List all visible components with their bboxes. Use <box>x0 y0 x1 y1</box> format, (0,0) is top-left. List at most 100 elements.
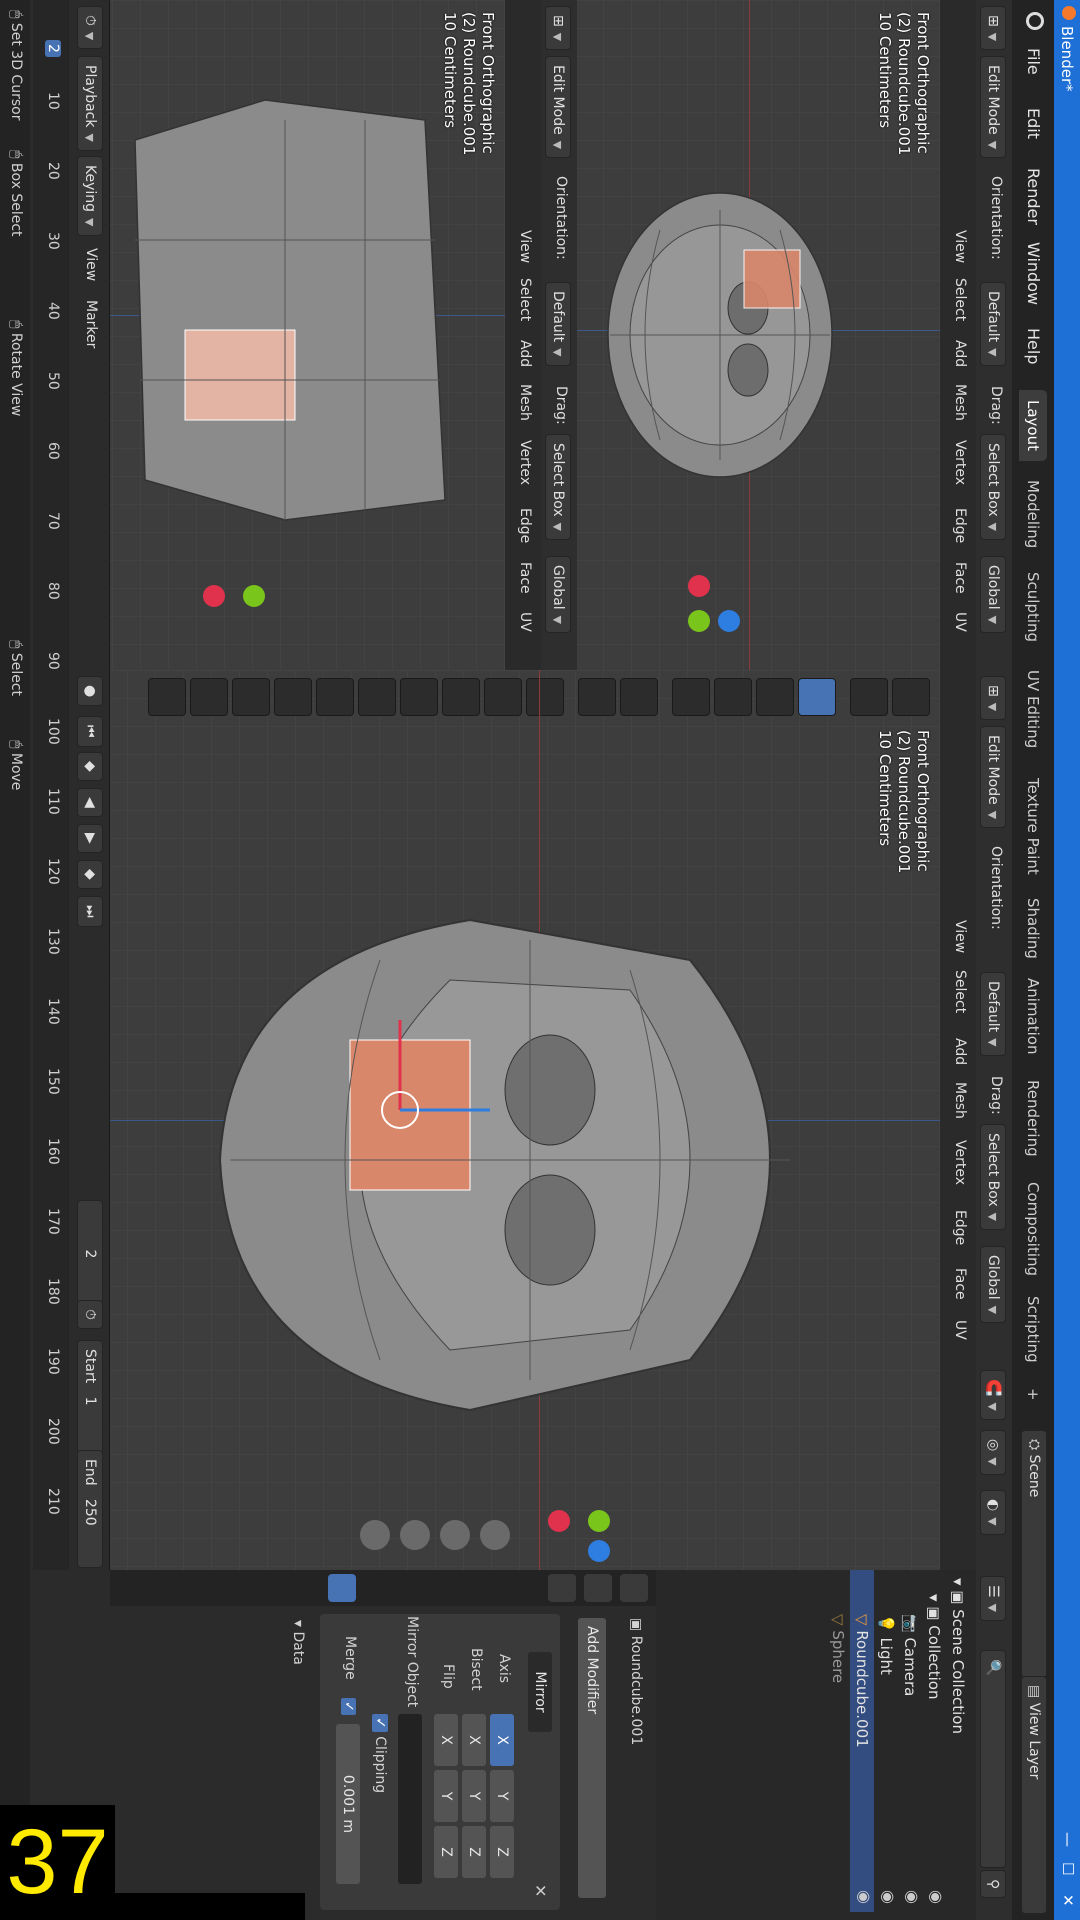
add-modifier-button[interactable]: Add Modifier <box>578 1618 606 1898</box>
mode-selector-2[interactable]: Edit Mode▼ <box>545 56 571 159</box>
clipping-checkbox[interactable]: ✓ Clipping <box>372 1714 388 1793</box>
tab-output-icon[interactable] <box>548 1574 576 1602</box>
menu-mesh-main[interactable]: Mesh <box>952 1082 968 1119</box>
zoom-icon[interactable] <box>480 1520 510 1550</box>
prev-key-button[interactable]: ◆ <box>77 752 103 781</box>
visibility-icon[interactable]: ◉ <box>879 1890 898 1904</box>
tool-poly-build[interactable] <box>316 678 354 716</box>
editor-type-button[interactable]: ⊞▼ <box>980 6 1006 51</box>
outliner-item-collection[interactable]: ▾ ▣ Collection <box>922 1594 946 1699</box>
camera-view-icon[interactable] <box>400 1520 430 1550</box>
tool-move[interactable] <box>798 678 836 716</box>
menu-mesh-2[interactable]: Mesh <box>517 384 533 421</box>
visibility-icon[interactable]: ◉ <box>855 1890 874 1904</box>
viewport-main[interactable]: Front Orthographic (2) Roundcube.001 10 … <box>110 670 940 1570</box>
tab-sculpting[interactable]: Sculpting <box>1019 562 1047 652</box>
bisect-y-toggle[interactable]: Y <box>462 1770 486 1822</box>
tab-animation[interactable]: Animation <box>1019 968 1047 1064</box>
visibility-icon[interactable]: ◉ <box>903 1890 922 1904</box>
menu-face-main[interactable]: Face <box>952 1268 968 1300</box>
menu-add-main[interactable]: Add <box>952 1038 968 1065</box>
mirror-object-field[interactable] <box>398 1714 422 1884</box>
play-reverse-button[interactable]: ◀ <box>77 788 103 817</box>
tool-extrude[interactable] <box>526 678 564 716</box>
menu-window[interactable]: Window <box>1024 242 1043 305</box>
tab-tool-icon[interactable] <box>620 1574 648 1602</box>
viewport-gizmo-y[interactable] <box>688 610 710 632</box>
menu-uv-main[interactable]: UV <box>952 1320 968 1340</box>
transform-orientation-selector-main[interactable]: Global▼ <box>980 1246 1006 1324</box>
merge-check-icon[interactable]: ✓ <box>341 1698 356 1715</box>
menu-uv[interactable]: UV <box>952 612 968 632</box>
tool-transform[interactable] <box>672 678 710 716</box>
drag-selector-2[interactable]: Select Box▼ <box>545 434 571 541</box>
flip-y-toggle[interactable]: Y <box>434 1770 458 1822</box>
viewport-gizmo-x-2[interactable] <box>203 585 225 607</box>
viewport-gizmo-x[interactable] <box>688 575 710 597</box>
menu-mesh[interactable]: Mesh <box>952 384 968 421</box>
outliner-item-camera[interactable]: 📷 Camera <box>898 1614 922 1696</box>
menu-add-2[interactable]: Add <box>517 340 533 367</box>
menu-edge-2[interactable]: Edge <box>517 508 533 543</box>
visibility-icon[interactable]: ◉ <box>927 1890 946 1904</box>
mode-selector-main[interactable]: Edit Mode▼ <box>980 726 1006 829</box>
tool-measure[interactable] <box>578 678 616 716</box>
tool-select-box[interactable] <box>892 678 930 716</box>
menu-file[interactable]: File <box>1024 48 1043 75</box>
viewport-gizmo-z[interactable] <box>718 610 740 632</box>
drag-selector-main[interactable]: Select Box▼ <box>980 1124 1006 1231</box>
tab-scripting[interactable]: Scripting <box>1019 1286 1047 1373</box>
jump-end-button[interactable]: ⏭ <box>77 896 103 927</box>
outliner-root[interactable]: ▾ ▣ Scene Collection <box>946 1578 970 1734</box>
start-frame-field[interactable]: Start 1 <box>77 1340 103 1458</box>
menu-view-2[interactable]: View <box>517 230 533 263</box>
bisect-z-toggle[interactable]: Z <box>462 1826 486 1878</box>
tab-rendering[interactable]: Rendering <box>1019 1070 1047 1167</box>
tool-bevel[interactable] <box>442 678 480 716</box>
outliner-search[interactable]: 🔍 <box>980 1650 1006 1868</box>
menu-vertex-main[interactable]: Vertex <box>952 1140 968 1185</box>
tab-render-icon[interactable] <box>584 1574 612 1602</box>
transform-orientation-selector[interactable]: Global▼ <box>980 556 1006 634</box>
outliner-item-roundcube[interactable]: ▽ Roundcube.001 <box>850 1570 874 1912</box>
nav-gizmo-z[interactable] <box>588 1540 610 1562</box>
menu-uv-2[interactable]: UV <box>517 612 533 632</box>
viewport-top-left[interactable]: Front Orthographic (2) Roundcube.001 10 … <box>577 0 940 670</box>
tab-layout[interactable]: Layout <box>1019 390 1047 461</box>
modifier-close-icon[interactable]: ✕ <box>531 1884 550 1897</box>
tool-rotate[interactable] <box>756 678 794 716</box>
tool-loop-cut[interactable] <box>400 678 438 716</box>
menu-select[interactable]: Select <box>952 278 968 321</box>
preview-range-toggle[interactable]: ⏱ <box>77 1300 103 1329</box>
axis-y-toggle[interactable]: Y <box>490 1770 514 1822</box>
timeline-view-menu[interactable]: View <box>83 248 99 281</box>
minimize-icon[interactable]: — <box>1059 1832 1077 1847</box>
snap-toggle[interactable]: 🧲▼ <box>980 1370 1006 1420</box>
frame-indicator[interactable]: 2 <box>45 40 61 57</box>
orientation-selector-2[interactable]: Default▼ <box>545 282 571 366</box>
proportional-edit-toggle[interactable]: ◎▼ <box>980 1430 1006 1475</box>
menu-view-main[interactable]: View <box>952 920 968 953</box>
tool-inset[interactable] <box>484 678 522 716</box>
outliner-item-light[interactable]: 💡 Light <box>874 1614 898 1675</box>
tool-knife[interactable] <box>358 678 396 716</box>
menu-render[interactable]: Render <box>1024 168 1043 225</box>
bisect-x-toggle[interactable]: X <box>462 1714 486 1766</box>
menu-help[interactable]: Help <box>1024 328 1043 364</box>
close-icon[interactable]: ✕ <box>1059 1894 1077 1907</box>
menu-select-main[interactable]: Select <box>952 970 968 1013</box>
axis-x-toggle[interactable]: X <box>490 1714 514 1766</box>
menu-face[interactable]: Face <box>952 562 968 594</box>
flip-x-toggle[interactable]: X <box>434 1714 458 1766</box>
tool-annotate[interactable] <box>620 678 658 716</box>
timeline-marker-menu[interactable]: Marker <box>83 300 99 348</box>
tab-modifier-icon[interactable] <box>328 1574 356 1602</box>
current-frame-field[interactable]: 2 <box>77 1200 103 1308</box>
play-button[interactable]: ▶ <box>77 824 103 853</box>
orientation-selector-main[interactable]: Default▼ <box>980 972 1006 1056</box>
view-layer-selector[interactable]: ▤ View Layer <box>1021 1676 1047 1914</box>
add-workspace-button[interactable]: + <box>1019 1378 1047 1411</box>
orientation-selector[interactable]: Default▼ <box>980 282 1006 366</box>
data-section-header[interactable]: ▾ Data <box>290 1620 306 1665</box>
tab-compositing[interactable]: Compositing <box>1019 1172 1047 1286</box>
